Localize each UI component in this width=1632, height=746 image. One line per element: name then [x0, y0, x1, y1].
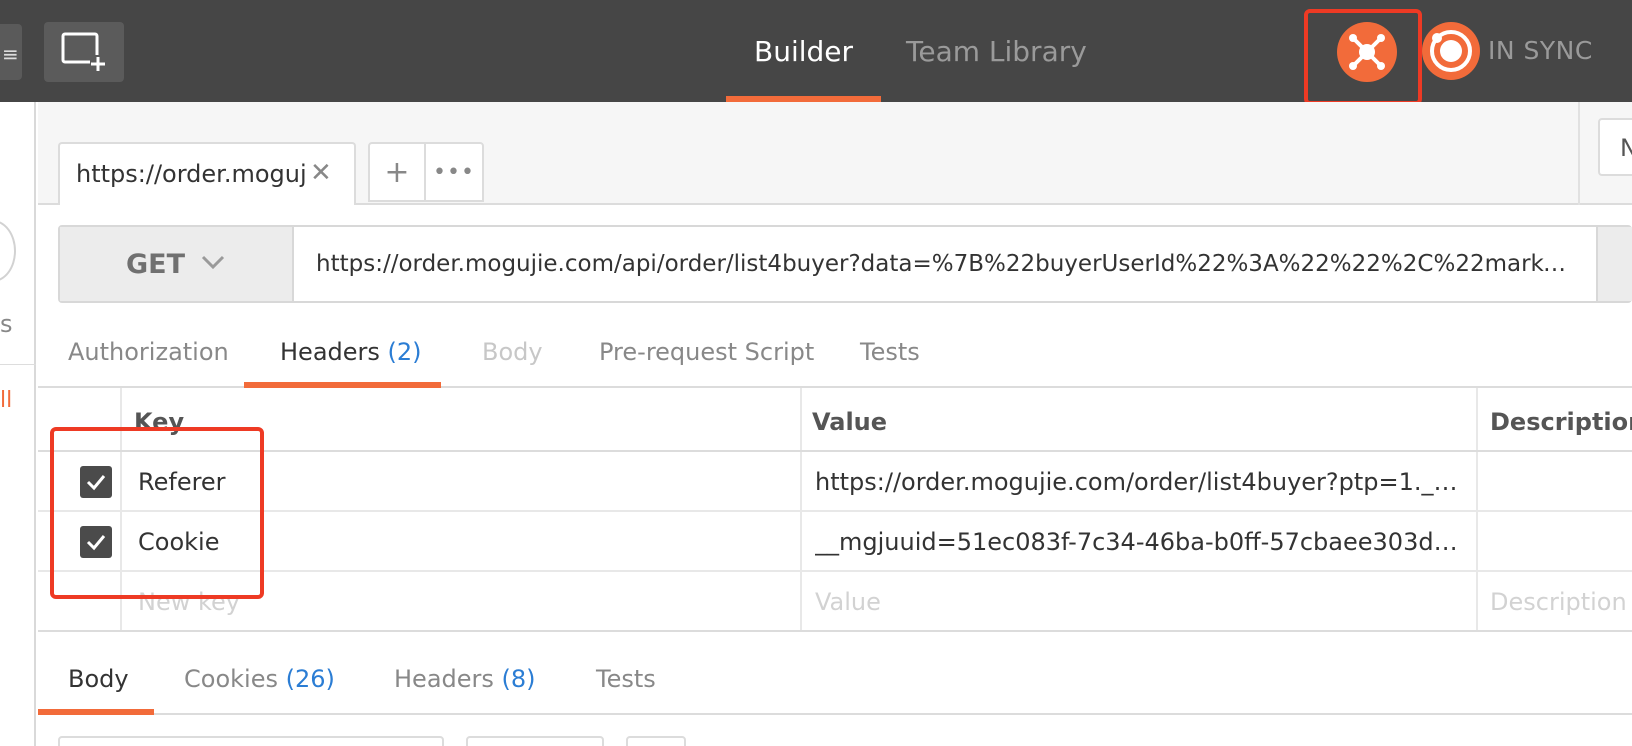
new-window-button[interactable] [44, 22, 124, 82]
response-tabs: Body Cookies (26) Headers (8) Tests [38, 633, 1632, 715]
response-tab-tests-label: Tests [596, 665, 656, 693]
response-tab-headers[interactable]: Headers (8) [394, 665, 536, 693]
response-tab-cookies-count: (26) [285, 665, 335, 693]
tab-builder[interactable]: Builder [726, 0, 881, 102]
new-header-row: New key Value Description [38, 572, 1632, 632]
header-value-cell[interactable]: https://order.mogujie.com/order/list4buy… [815, 468, 1461, 496]
tabs-divider [1578, 102, 1580, 205]
tab-tests[interactable]: Tests [860, 338, 920, 366]
menu-icon: ≡ [2, 42, 19, 66]
headers-table: Key Value Description Referer https://or… [38, 388, 1632, 632]
response-tab-tests[interactable]: Tests [596, 665, 656, 693]
tab-builder-label: Builder [753, 34, 854, 68]
column-header-description: Description [1490, 408, 1632, 436]
highlight-annotation-interceptor [1304, 9, 1422, 105]
table-row: Referer https://order.mogujie.com/order/… [38, 452, 1632, 512]
table-row: Cookie __mgjuuid=51ec083f-7c34-46ba-b0ff… [38, 512, 1632, 572]
sync-status-button[interactable] [1422, 22, 1480, 80]
tab-headers-count: (2) [387, 338, 422, 366]
table-header-row: Key Value Description [38, 388, 1632, 452]
new-value-input[interactable]: Value [815, 588, 881, 616]
sidebar-divider [0, 364, 36, 365]
request-tab-label: https://order.moguj [76, 160, 307, 188]
request-tabs-bar: https://order.moguj ✕ + ••• N [38, 102, 1632, 205]
highlight-annotation-headers [50, 427, 264, 599]
plus-icon: + [384, 154, 410, 190]
response-tab-headers-label: Headers [394, 665, 494, 693]
tab-headers-label: Headers [280, 338, 380, 366]
tab-pre-request-script-label: Pre-request Script [599, 338, 815, 366]
chevron-down-icon [201, 255, 225, 270]
tab-team-library[interactable]: Team Library [906, 0, 1087, 102]
tab-body: Body [482, 338, 543, 366]
tab-pre-request-script[interactable]: Pre-request Script [599, 338, 814, 366]
response-active-tab-indicator [38, 709, 154, 715]
sidebar: s ll [0, 102, 36, 746]
tab-authorization[interactable]: Authorization [68, 338, 229, 366]
response-format-select[interactable] [58, 736, 444, 746]
tab-authorization-label: Authorization [68, 338, 229, 366]
new-window-icon [61, 32, 106, 71]
environment-select[interactable]: N [1598, 118, 1632, 176]
response-tab-cookies-label: Cookies [184, 665, 278, 693]
request-sub-tabs: Authorization Headers (2) Body Pre-reque… [38, 322, 1632, 388]
tab-body-label: Body [482, 338, 543, 366]
more-icon: ••• [433, 159, 475, 185]
response-tab-body-label: Body [68, 665, 129, 693]
method-select[interactable]: GET [60, 227, 294, 301]
sidebar-search-icon[interactable] [0, 220, 16, 282]
url-bar: GET https://order.mogujie.com/api/order/… [58, 225, 1632, 303]
url-input[interactable]: https://order.mogujie.com/api/order/list… [294, 227, 1596, 301]
tab-team-library-label: Team Library [906, 34, 1087, 68]
request-tab[interactable]: https://order.moguj ✕ [58, 142, 356, 205]
tab-headers[interactable]: Headers (2) [280, 338, 422, 366]
more-tabs-button[interactable]: ••• [424, 142, 484, 202]
sidebar-tab-partial[interactable]: s [0, 310, 13, 338]
params-button[interactable] [1596, 227, 1632, 301]
close-icon[interactable]: ✕ [310, 158, 332, 188]
sync-status-text: IN SYNC [1488, 36, 1593, 65]
header-value-cell[interactable]: __mgjuuid=51ec083f-7c34-46ba-b0ff-57cbae… [815, 528, 1461, 556]
sidebar-toggle-button[interactable]: ≡ [0, 24, 22, 80]
add-tab-button[interactable]: + [368, 142, 426, 202]
new-description-input[interactable]: Description [1490, 588, 1627, 616]
response-tab-body[interactable]: Body [68, 665, 129, 693]
tab-tests-label: Tests [860, 338, 920, 366]
response-tab-cookies[interactable]: Cookies (26) [184, 665, 335, 693]
column-header-value: Value [812, 408, 888, 436]
sync-icon [1430, 30, 1472, 72]
response-wrap-button[interactable] [626, 736, 686, 746]
response-tab-headers-count: (8) [501, 665, 536, 693]
sidebar-all-link[interactable]: ll [0, 388, 12, 413]
response-view-button[interactable] [466, 736, 604, 746]
method-label: GET [126, 248, 186, 280]
